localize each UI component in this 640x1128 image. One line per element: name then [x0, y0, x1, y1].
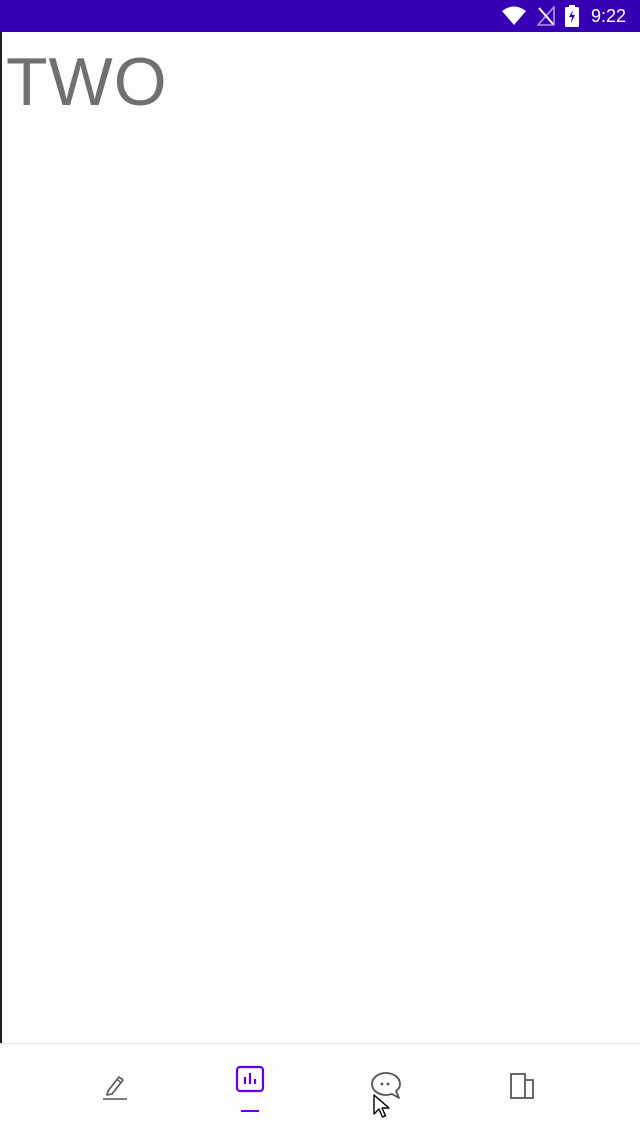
bottom-navigation [0, 1043, 640, 1128]
active-indicator [241, 1110, 259, 1112]
nav-item-book[interactable] [492, 1044, 552, 1128]
bar-chart-icon [235, 1065, 265, 1095]
book-icon [507, 1070, 537, 1102]
mouse-cursor-icon [373, 1094, 391, 1124]
battery-charging-icon [564, 5, 579, 27]
nav-item-chart[interactable] [220, 1044, 280, 1128]
page-title: TWO [6, 44, 168, 120]
pencil-icon [100, 1071, 130, 1101]
signal-off-icon [536, 6, 555, 26]
wifi-icon [501, 6, 527, 26]
status-time: 9:22 [590, 6, 626, 26]
nav-item-pencil[interactable] [85, 1044, 145, 1128]
status-icons: 9:22 [501, 0, 626, 32]
main-content: TWO [0, 32, 640, 1043]
status-bar: 9:22 [0, 0, 640, 32]
